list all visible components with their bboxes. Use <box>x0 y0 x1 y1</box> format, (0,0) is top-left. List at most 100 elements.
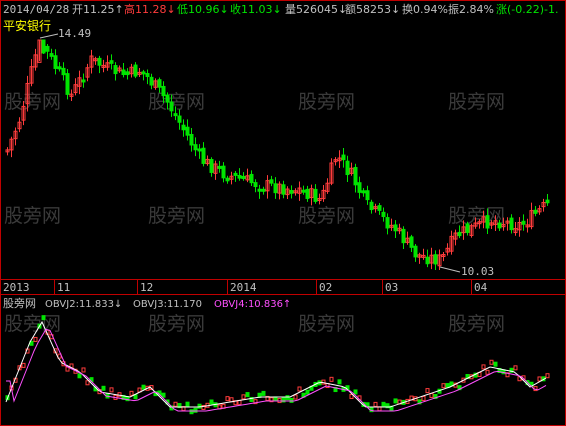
candle-body <box>433 254 438 265</box>
change-label: 涨(-0.22)-1. <box>496 3 559 16</box>
max-price-label: 14.49 <box>58 27 91 40</box>
candle-body <box>145 73 150 78</box>
indicator-bar <box>109 387 114 393</box>
candle-body <box>485 215 490 229</box>
time-tick: 03 <box>385 281 398 294</box>
candle-body <box>281 184 286 195</box>
time-tick: 11 <box>57 281 70 294</box>
indicator-bar <box>481 364 486 370</box>
low-label: 低10.96↓ <box>177 3 229 16</box>
indicator-bar <box>545 373 550 379</box>
candle-body <box>521 220 526 225</box>
indicator-bar <box>293 394 298 400</box>
candle-body <box>401 228 406 244</box>
candle-body <box>345 160 350 176</box>
time-tick: 02 <box>319 281 332 294</box>
time-tick: 2014 <box>230 281 257 294</box>
indicator-bar <box>193 407 198 413</box>
indicator-bar <box>21 362 26 368</box>
candle-body <box>365 190 370 201</box>
candle-body <box>393 224 398 232</box>
amount-label: 额58253↓ <box>345 3 400 16</box>
indicator-bar <box>173 401 178 407</box>
candle-body <box>413 245 418 258</box>
indicator-bar <box>289 397 294 403</box>
indicator-bar <box>393 398 398 404</box>
candle-body <box>193 144 198 151</box>
candle-body <box>381 211 386 218</box>
indicator-bar <box>421 395 426 401</box>
candle-body <box>113 65 118 75</box>
candle-body <box>149 76 154 86</box>
indicator-bar <box>197 403 202 409</box>
candle-body <box>165 94 170 103</box>
indicator-bar <box>305 389 310 395</box>
candle-body <box>545 199 550 204</box>
watermark-text: 股旁网 <box>4 205 61 227</box>
candle-body <box>133 64 138 77</box>
candle-body <box>409 236 414 248</box>
watermark-text: 股旁网 <box>448 313 505 335</box>
min-pointer <box>439 266 461 273</box>
candle-body <box>249 173 254 184</box>
high-label: 高11.28↓ <box>124 2 176 16</box>
candle-body <box>201 147 206 164</box>
indicator-bar <box>485 369 490 375</box>
candle-body <box>233 172 238 176</box>
candle-body <box>209 158 214 173</box>
candle-body <box>509 217 514 231</box>
watermark-text: 股旁网 <box>148 91 205 113</box>
indicator-bar <box>493 361 498 367</box>
open-label: 开11.25↑ <box>72 3 124 16</box>
candle-body <box>425 256 430 265</box>
candle-body <box>161 85 166 97</box>
candle-body <box>533 209 538 214</box>
candle-body <box>185 126 190 136</box>
indicator-bar <box>337 379 342 385</box>
time-tick: 2013 <box>3 281 30 294</box>
indicator-bar <box>241 394 246 400</box>
watermark-text: 股旁网 <box>4 91 61 113</box>
candle-body <box>257 188 262 192</box>
candle-body <box>109 60 114 64</box>
candle-body <box>301 189 306 193</box>
indicator-bar <box>273 396 278 402</box>
indicator-bar <box>209 399 214 405</box>
candle-body <box>497 222 502 229</box>
indicator-bar <box>373 401 378 407</box>
indicator-bar <box>225 396 230 402</box>
indicator-bar <box>161 392 166 398</box>
candle-body <box>169 101 174 112</box>
indicator-bar <box>245 392 250 398</box>
candle-body <box>41 39 46 54</box>
candle-body <box>217 165 222 169</box>
indicator-bar <box>537 376 542 382</box>
watermark-text: 股旁网 <box>448 91 505 113</box>
indicator-bar <box>353 389 358 395</box>
obvj3-label: OBVJ3:11.170 <box>133 299 202 310</box>
candle-body <box>141 71 146 75</box>
indicator-bar <box>85 380 90 386</box>
indicator-bar <box>441 383 446 389</box>
indicator-legend: 股旁网 OBVJ2:11.833↓ OBVJ3:11.170 OBVJ4:10.… <box>3 296 291 310</box>
candle-body <box>197 148 202 152</box>
candle-body <box>221 165 226 179</box>
candle-body <box>53 55 58 69</box>
indicator-bar <box>429 392 434 398</box>
turnover-label: 换0.94% <box>402 2 448 16</box>
chart-canvas[interactable]: 股旁网 股旁网 股旁网 股旁网 股旁网 股旁网 股旁网 股旁网 股旁网 股旁网 … <box>0 0 566 426</box>
candle-body <box>273 183 278 194</box>
stock-name: 平安银行 <box>3 18 51 33</box>
candle-body <box>65 73 70 95</box>
watermark-text: 股旁网 <box>148 313 205 335</box>
indicator-bar <box>185 401 190 407</box>
candle-body <box>369 201 374 211</box>
indicator-bar <box>297 386 302 392</box>
watermark-text: 股旁网 <box>4 313 61 335</box>
candle-body <box>57 66 62 70</box>
obvj2-label: OBVJ2:11.833↓ <box>45 299 122 310</box>
date-label: 2014/04/28 <box>3 3 69 16</box>
max-pointer <box>39 33 59 39</box>
candle-body <box>241 175 246 180</box>
candle-body <box>157 79 162 88</box>
